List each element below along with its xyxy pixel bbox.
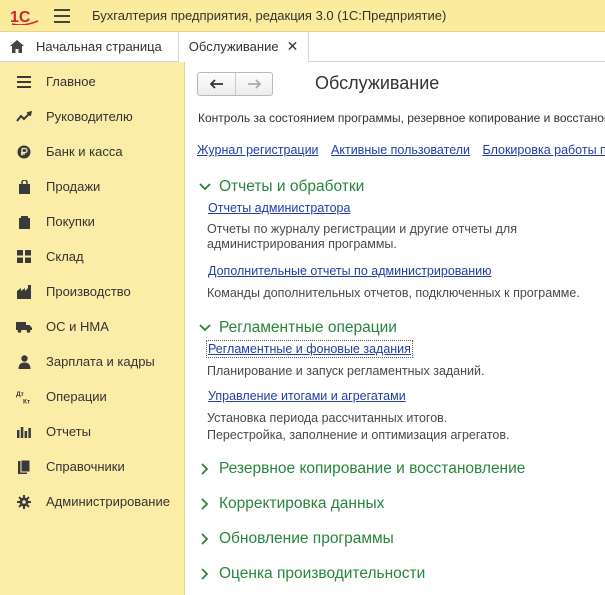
tab-bar: Начальная страница Обслуживание ✕: [0, 32, 605, 62]
section-label: Обновление программы: [219, 530, 394, 547]
tab-home-label: Начальная страница: [36, 39, 162, 54]
debit-credit-icon: Дт Кт: [16, 389, 32, 405]
link-additional-admin-reports[interactable]: Дополнительные отчеты по администрирован…: [208, 264, 491, 278]
svg-text:Дт: Дт: [16, 391, 24, 398]
app-title: Бухгалтерия предприятия, редакция 3.0 (1…: [92, 8, 447, 23]
chevron-right-icon: [199, 498, 211, 510]
section-scheduled-operations[interactable]: Регламентные операции: [199, 319, 397, 337]
chevron-down-icon: [199, 181, 211, 193]
sidebar-item-label: Зарплата и кадры: [46, 354, 155, 369]
shopping-cart-icon: [16, 214, 32, 230]
item-description: Перестройка, заполнение и оптимизация аг…: [207, 428, 510, 442]
arrow-left-icon: [209, 79, 223, 89]
section-performance[interactable]: Оценка производительности: [199, 565, 425, 583]
sidebar-item-label: Главное: [46, 74, 96, 89]
chevron-right-icon: [199, 533, 211, 545]
shopping-bag-icon: [16, 179, 32, 195]
item-description: администрирования программы.: [207, 237, 397, 251]
main-menu-button[interactable]: [54, 8, 70, 23]
section-label: Оценка производительности: [219, 565, 426, 582]
close-icon[interactable]: ✕: [287, 38, 299, 55]
svg-text:Кт: Кт: [23, 398, 30, 404]
top-links: Журнал регистрации Активные пользователи…: [197, 143, 605, 157]
sidebar-item-purchases[interactable]: Покупки: [0, 204, 184, 239]
link-admin-reports[interactable]: Отчеты администратора: [208, 201, 350, 215]
sidebar-item-payroll[interactable]: Зарплата и кадры: [0, 344, 184, 379]
sidebar-item-label: Операции: [46, 389, 107, 404]
item-description: Установка периода рассчитанных итогов.: [207, 411, 448, 425]
item-description: Отчеты по журналу регистрации и другие о…: [207, 222, 517, 236]
back-button[interactable]: [198, 73, 235, 95]
menu-icon: [16, 74, 32, 90]
sidebar-item-sales[interactable]: Продажи: [0, 169, 184, 204]
link-event-log[interactable]: Журнал регистрации: [197, 143, 319, 157]
arrow-right-icon: [248, 79, 261, 89]
svg-text:1С: 1С: [10, 9, 31, 25]
sidebar-item-warehouse[interactable]: Склад: [0, 239, 184, 274]
link-totals-aggregates[interactable]: Управление итогами и агрегатами: [208, 389, 406, 403]
sidebar-item-bank[interactable]: Банк и касса: [0, 134, 184, 169]
factory-icon: [16, 284, 32, 300]
section-program-update[interactable]: Обновление программы: [199, 530, 394, 548]
section-label: Резервное копирование и восстановление: [219, 460, 526, 477]
page-description: Контроль за состоянием программы, резерв…: [198, 111, 605, 125]
sidebar-item-reports[interactable]: Отчеты: [0, 414, 184, 449]
sidebar-item-label: Продажи: [46, 179, 101, 194]
section-reports-processing[interactable]: Отчеты и обработки: [199, 178, 364, 196]
section-label: Отчеты и обработки: [219, 178, 365, 195]
sidebar-item-label: Руководителю: [46, 109, 133, 124]
sidebar-item-directories[interactable]: Справочники: [0, 449, 184, 484]
sidebar-item-label: Склад: [46, 249, 84, 264]
sidebar: Главное Руководителю Банк и касса Продаж…: [0, 62, 185, 595]
forward-button[interactable]: [235, 73, 272, 95]
chevron-right-icon: [199, 463, 211, 475]
ruble-coin-icon: [16, 144, 32, 160]
trend-icon: [16, 109, 32, 125]
chevron-down-icon: [199, 322, 211, 334]
tab-service[interactable]: Обслуживание ✕: [178, 32, 310, 62]
truck-icon: [16, 319, 32, 335]
sidebar-item-fixed-assets[interactable]: ОС и НМА: [0, 309, 184, 344]
sidebar-item-label: ОС и НМА: [46, 319, 109, 334]
section-label: Корректировка данных: [219, 495, 385, 512]
sidebar-item-manager[interactable]: Руководителю: [0, 99, 184, 134]
item-description: Команды дополнительных отчетов, подключе…: [207, 286, 580, 300]
books-icon: [16, 459, 32, 475]
sidebar-item-label: Покупки: [46, 214, 95, 229]
page-title: Обслуживание: [315, 73, 440, 93]
sidebar-item-operations[interactable]: Дт Кт Операции: [0, 379, 184, 414]
sidebar-item-label: Банк и касса: [46, 144, 123, 159]
history-navigation: [197, 72, 273, 96]
link-lock-users[interactable]: Блокировка работы пользователей: [483, 143, 605, 157]
warehouse-icon: [16, 249, 32, 265]
sidebar-item-administration[interactable]: Администрирование: [0, 484, 184, 519]
section-backup-restore[interactable]: Резервное копирование и восстановление: [199, 460, 525, 478]
tab-service-label: Обслуживание: [188, 39, 279, 54]
sidebar-item-main[interactable]: Главное: [0, 64, 184, 99]
sidebar-item-label: Производство: [46, 284, 131, 299]
sidebar-item-label: Администрирование: [46, 494, 170, 509]
main-content: Обслуживание Контроль за состоянием прог…: [186, 62, 605, 595]
link-active-users[interactable]: Активные пользователи: [331, 143, 470, 157]
bar-chart-icon: [16, 424, 32, 440]
tab-home[interactable]: Начальная страница: [0, 32, 179, 61]
home-icon: [10, 40, 24, 53]
section-data-correction[interactable]: Корректировка данных: [199, 495, 384, 513]
nav-buttons: [197, 72, 273, 96]
title-bar: 1С Бухгалтерия предприятия, редакция 3.0…: [0, 0, 605, 32]
item-description: Планирование и запуск регламентных задан…: [207, 364, 485, 378]
1c-logo-icon: 1С: [10, 7, 40, 25]
link-scheduled-background-jobs[interactable]: Регламентные и фоновые задания: [206, 340, 413, 358]
sidebar-item-label: Справочники: [46, 459, 125, 474]
section-label: Регламентные операции: [219, 319, 397, 336]
gear-icon: [16, 494, 32, 510]
person-icon: [16, 354, 32, 370]
chevron-right-icon: [199, 568, 211, 580]
sidebar-item-label: Отчеты: [46, 424, 91, 439]
sidebar-item-production[interactable]: Производство: [0, 274, 184, 309]
